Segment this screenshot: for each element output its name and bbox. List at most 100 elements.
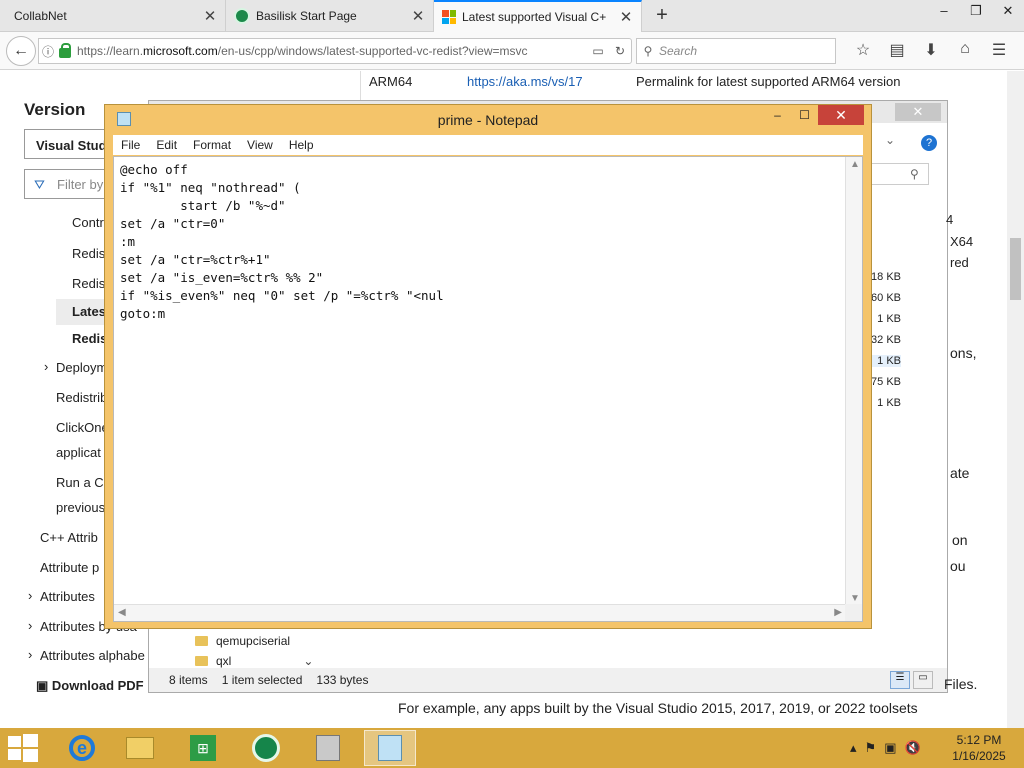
scroll-right-icon[interactable]: ▶ [834, 607, 842, 618]
menu-format[interactable]: Format [185, 138, 239, 152]
download-pdf-link[interactable]: ▣ Download PDF [36, 678, 144, 694]
text-editor[interactable]: @echo off if "%1" neq "nothread" ( start… [113, 156, 863, 622]
version-select[interactable]: Visual Studi [24, 129, 114, 159]
downloads-icon[interactable]: ⬇ [914, 40, 948, 60]
toc-item[interactable]: Contri [72, 215, 107, 230]
close-tab-icon[interactable]: ✕ [203, 7, 217, 25]
resize-grip[interactable] [845, 604, 862, 621]
menu-edit[interactable]: Edit [148, 138, 185, 152]
lock-icon [59, 43, 71, 58]
toc-expand-icon[interactable]: › [28, 588, 32, 603]
toc-item[interactable]: Redis [72, 276, 105, 291]
notepad-titlebar[interactable]: prime - Notepad – ☐ ✕ [105, 105, 871, 133]
tab-latest-supported[interactable]: Latest supported Visual C+ ✕ [434, 0, 642, 32]
tab-basilisk-start[interactable]: Basilisk Start Page ✕ [226, 0, 434, 32]
taskbar-basilisk[interactable] [240, 730, 292, 766]
page-scrollbar-thumb[interactable] [1010, 238, 1021, 300]
toc-expand-icon[interactable]: › [28, 647, 32, 662]
filter-placeholder: Filter by [57, 177, 104, 192]
status-item-count: 8 items [169, 673, 208, 687]
toc-item[interactable]: C++ Attrib [40, 530, 98, 545]
toc-item[interactable]: Attributes [40, 589, 95, 604]
clock[interactable]: 5:12 PM 1/16/2025 [948, 732, 1010, 764]
taskbar-store[interactable]: ⊞ [177, 730, 229, 766]
toc-item[interactable]: Attribute p [40, 560, 99, 575]
volume-muted-icon[interactable]: 🔇 [904, 740, 920, 756]
new-tab-button[interactable]: + [650, 4, 674, 28]
minimize-icon[interactable]: – [928, 0, 960, 24]
maximize-icon[interactable]: ☐ [791, 105, 818, 125]
version-heading: Version [24, 100, 86, 119]
large-icons-view-icon[interactable]: ▭ [913, 671, 933, 689]
tab-collabnet[interactable]: CollabNet ✕ [0, 0, 226, 32]
close-window-icon[interactable]: ✕ [992, 0, 1024, 24]
horizontal-scrollbar[interactable]: ◀ ▶ [114, 604, 846, 621]
toc-item[interactable]: Run a C [56, 475, 104, 490]
taskbar-setup[interactable] [302, 730, 354, 766]
menu-icon[interactable]: ☰ [982, 40, 1016, 60]
library-icon[interactable]: ▤ [880, 40, 914, 60]
scroll-up-icon[interactable]: ▲ [850, 159, 860, 170]
menu-view[interactable]: View [239, 138, 281, 152]
toc-item[interactable]: applicat [56, 445, 101, 460]
clock-time: 5:12 PM [956, 733, 1002, 747]
chevron-down-icon[interactable]: ⌄ [885, 133, 895, 147]
tab-title: Latest supported Visual C+ [462, 10, 607, 24]
close-icon[interactable]: ✕ [895, 103, 941, 121]
restore-icon[interactable]: ❐ [960, 0, 992, 24]
taskbar-internet-explorer[interactable]: e [56, 730, 108, 766]
filter-input[interactable]: ⛛ Filter by [24, 169, 114, 199]
toc-item[interactable]: ClickOne [56, 420, 109, 435]
window-title: prime - Notepad [437, 112, 539, 128]
address-bar[interactable]: ⓘ https://learn.microsoft.com/en-us/cpp/… [38, 38, 632, 64]
editor-content[interactable]: @echo off if "%1" neq "nothread" ( start… [120, 161, 840, 323]
info-icon[interactable]: ⓘ [39, 43, 57, 60]
toc-item[interactable]: Redistrib [56, 390, 107, 405]
close-tab-icon[interactable]: ✕ [619, 8, 633, 26]
close-tab-icon[interactable]: ✕ [411, 7, 425, 25]
notepad-icon [378, 735, 402, 761]
toc-item[interactable]: Redis [72, 246, 105, 261]
details-view-icon[interactable]: ☰ [890, 671, 910, 689]
status-selected: 1 item selected [221, 673, 303, 687]
tree-item[interactable]: qemupciserial [195, 631, 313, 651]
folder-tree: qemupciserial qxl ⌄ [195, 631, 313, 671]
reload-icon[interactable]: ↻ [609, 44, 631, 58]
vertical-scrollbar[interactable]: ▲ ▼ [845, 157, 862, 606]
start-button[interactable] [8, 734, 38, 762]
toc-item-selected[interactable]: Lates [56, 299, 106, 325]
close-icon[interactable]: ✕ [818, 105, 864, 125]
browser-nav-bar: ← ⓘ https://learn.microsoft.com/en-us/cp… [0, 32, 1024, 70]
toolbar-icons: ☆ ▤ ⬇ ⌂ ☰ [846, 40, 1016, 60]
home-icon[interactable]: ⌂ [948, 40, 982, 60]
toc-item[interactable]: Attributes alphabe [40, 648, 145, 663]
action-center-flag-icon[interactable]: ⚑ [865, 740, 877, 756]
toc-expand-icon[interactable]: › [28, 618, 32, 633]
network-icon[interactable]: ▣ [884, 740, 896, 756]
folder-icon [126, 737, 154, 759]
taskbar-file-explorer[interactable] [114, 730, 166, 766]
menu-help[interactable]: Help [281, 138, 322, 152]
reader-view-icon[interactable]: ▭ [587, 44, 609, 58]
search-icon: ⚲ [910, 167, 919, 181]
show-hidden-icons-icon[interactable]: ▴ [850, 740, 857, 756]
help-icon[interactable]: ? [921, 135, 937, 151]
back-button[interactable]: ← [6, 36, 36, 66]
system-tray: ▴ ⚑ ▣ 🔇 [850, 740, 921, 756]
scroll-down-icon[interactable]: ▼ [850, 593, 860, 604]
menu-file[interactable]: File [113, 138, 148, 152]
bookmark-star-icon[interactable]: ☆ [846, 40, 880, 60]
page-text-fragment: Files. [944, 676, 978, 692]
chevron-down-icon[interactable]: ⌄ [303, 654, 313, 668]
toc-item[interactable]: previous [56, 500, 105, 515]
toc-item[interactable]: Redis [72, 331, 107, 346]
page-scrollbar[interactable] [1007, 71, 1024, 728]
tree-item-label: qxl [216, 654, 232, 668]
taskbar-notepad[interactable] [364, 730, 416, 766]
arm64-link[interactable]: https://aka.ms/vs/17 [467, 74, 583, 89]
toc-expand-icon[interactable]: › [44, 359, 48, 374]
minimize-icon[interactable]: – [764, 105, 791, 125]
search-input[interactable]: ⚲ Search [636, 38, 836, 64]
toc-item[interactable]: Deploym [56, 360, 107, 375]
scroll-left-icon[interactable]: ◀ [118, 607, 126, 618]
